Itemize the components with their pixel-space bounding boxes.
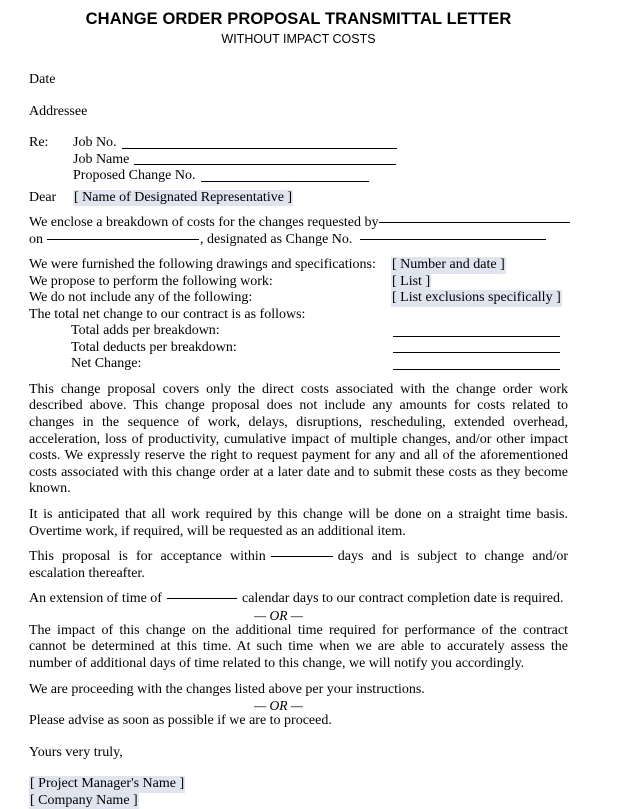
paragraph-straight-time: It is anticipated that all work required… [29, 507, 568, 539]
statement-placeholder[interactable]: [ List ] [391, 273, 432, 291]
signer-name-placeholder[interactable]: [ Project Manager's Name ] [29, 776, 186, 793]
re-row-proposed-change-no: Proposed Change No. [29, 168, 568, 185]
company-name-row: [ Company Name ] [29, 792, 568, 809]
job-name-input-rule[interactable] [134, 164, 397, 166]
statement-placeholder[interactable]: [ List exclusions specifically ] [391, 290, 562, 307]
re-row-job-no: Re: Job No. [29, 135, 568, 152]
statement-row-drawings: We were furnished the following drawings… [29, 257, 568, 274]
totals-row-deducts: Total deducts per breakdown: [29, 340, 568, 357]
requested-by-input-rule[interactable] [378, 222, 570, 224]
enclosure-line-2-middle: , designated as Change No. [200, 231, 353, 247]
proposed-change-no-label: Proposed Change No. [73, 168, 196, 184]
statement-label: We propose to perform the following work… [29, 273, 273, 289]
job-no-label: Job No. [73, 135, 117, 151]
acceptance-days-input-rule[interactable] [270, 556, 333, 558]
date-label: Date [29, 72, 56, 88]
re-block: Re: Job No. Job Name Proposed Change No. [29, 135, 568, 185]
totals-label: Net Change: [71, 356, 142, 372]
page-title: CHANGE ORDER PROPOSAL TRANSMITTAL LETTER [85, 10, 512, 28]
totals-intro: The total net change to our contract is … [29, 306, 306, 322]
re-label: Re: [29, 135, 49, 151]
statement-label: We do not include any of the following: [29, 290, 253, 306]
proposed-change-no-input-rule[interactable] [200, 180, 369, 182]
totals-label: Total deducts per breakdown: [71, 339, 237, 355]
or-separator-2: — OR — [254, 698, 303, 714]
extension-suffix: calendar days to our contract completion… [241, 591, 564, 607]
signer-name-row: [ Project Manager's Name ] [29, 776, 568, 793]
document-page: CHANGE ORDER PROPOSAL TRANSMITTAL LETTER… [0, 0, 638, 809]
paragraph-proceeding: We are proceeding with the changes liste… [29, 681, 425, 697]
enclosure-line-2: on , designated as Change No. [29, 232, 568, 249]
acceptance-prefix: This proposal is for acceptance within [29, 549, 266, 565]
totals-deducts-input-rule[interactable] [393, 352, 560, 354]
salutation-row: Dear [ Name of Designated Representative… [29, 189, 568, 207]
job-no-input-rule[interactable] [121, 147, 397, 149]
statement-label: We were furnished the following drawings… [29, 257, 376, 273]
job-name-label: Job Name [73, 151, 130, 167]
paragraph-direct-costs: This change proposal covers only the dir… [29, 381, 568, 497]
enclosure-line-2-prefix: on [29, 231, 43, 247]
enclosure-line-1: We enclose a breakdown of costs for the … [29, 215, 570, 232]
statement-row-work: We propose to perform the following work… [29, 273, 568, 291]
paragraph-extension: An extension of time of calendar days to … [29, 591, 568, 608]
addressee-label: Addressee [29, 103, 88, 119]
dear-label: Dear [29, 189, 57, 205]
paragraph-impact-undetermined: The impact of this change on the additio… [29, 622, 568, 672]
totals-adds-input-rule[interactable] [393, 335, 560, 337]
totals-label: Total adds per breakdown: [71, 323, 220, 339]
paragraph-acceptance: This proposal is for acceptance within da… [29, 549, 568, 582]
enclosure-line-1-text: We enclose a breakdown of costs for the … [29, 215, 379, 231]
change-no-input-rule[interactable] [360, 238, 547, 240]
totals-net-change-input-rule[interactable] [393, 368, 560, 370]
date-requested-input-rule[interactable] [47, 238, 199, 240]
re-row-job-name: Job Name [29, 152, 568, 169]
statement-placeholder[interactable]: [ Number and date ] [391, 257, 506, 274]
totals-row-net-change: Net Change: [29, 356, 568, 373]
page-subtitle: WITHOUT IMPACT COSTS [221, 31, 376, 46]
extension-days-input-rule[interactable] [166, 598, 237, 600]
company-name-placeholder[interactable]: [ Company Name ] [29, 792, 139, 809]
paragraph-please-advise: Please advise as soon as possible if we … [29, 713, 332, 729]
statement-row-exclusions: We do not include any of the following: … [29, 290, 568, 307]
designated-representative-placeholder[interactable]: [ Name of Designated Representative ] [73, 189, 294, 207]
valediction: Yours very truly, [29, 744, 123, 760]
extension-prefix: An extension of time of [29, 591, 162, 607]
totals-row-adds: Total adds per breakdown: [29, 323, 568, 340]
or-separator-1: — OR — [254, 607, 303, 623]
